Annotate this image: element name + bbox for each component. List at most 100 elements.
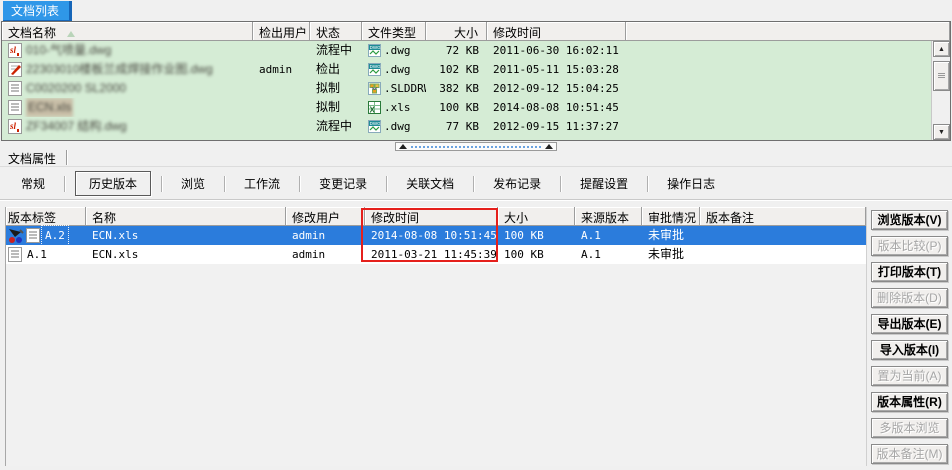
document-icon bbox=[8, 81, 22, 96]
doc-file-type: .dwg bbox=[384, 41, 411, 60]
doc-status: 流程中 bbox=[310, 41, 362, 60]
doc-file-type: .SLDDRW bbox=[384, 79, 426, 98]
column-header-name[interactable]: 名称 bbox=[86, 207, 286, 226]
document-rows: sl 010-气喷量.dwg 流程中 DWG .dwg 72 KB 2011-0… bbox=[2, 41, 950, 136]
document-list-scrollbar[interactable]: ▲ ▼ bbox=[931, 41, 950, 140]
document-row[interactable]: sl 010-气喷量.dwg 流程中 DWG .dwg 72 KB 2011-0… bbox=[2, 41, 950, 60]
version-approval: 未审批 bbox=[642, 245, 700, 264]
sort-ascending-icon bbox=[67, 31, 75, 37]
print-version-button[interactable]: 打印版本(T) bbox=[871, 262, 948, 282]
doc-modified-time: 2012-09-12 15:04:25 bbox=[487, 79, 626, 98]
dwg-file-icon: DWG bbox=[368, 44, 381, 57]
tab-general[interactable]: 常规 bbox=[8, 172, 58, 195]
doc-name: C0020200 SL2000 bbox=[26, 79, 126, 98]
version-actions: 浏览版本(V) 版本比较(P) 打印版本(T) 删除版本(D) 导出版本(E) … bbox=[871, 210, 949, 470]
browse-version-button[interactable]: 浏览版本(V) bbox=[871, 210, 948, 230]
divider bbox=[647, 176, 648, 192]
column-header-version-label[interactable]: 版本标签 bbox=[6, 207, 86, 226]
column-header-status[interactable]: 状态 bbox=[310, 22, 362, 41]
version-label: A.2 bbox=[42, 226, 68, 245]
doc-size: 382 KB bbox=[426, 79, 487, 98]
svg-text:DWG: DWG bbox=[370, 64, 381, 69]
tab-history-versions[interactable]: 历史版本 bbox=[75, 171, 151, 196]
doc-status: 流程中 bbox=[310, 117, 362, 136]
current-version-icon bbox=[8, 228, 24, 244]
divider bbox=[386, 176, 387, 192]
version-source: A.1 bbox=[575, 226, 642, 245]
version-row[interactable]: A.2 ECN.xls admin 2014-08-08 10:51:45 10… bbox=[6, 226, 866, 245]
version-history-table: 版本标签 名称 修改用户 修改时间 大小 来源版本 审批情况 版本备注 A.2 … bbox=[5, 207, 867, 466]
divider bbox=[224, 176, 225, 192]
document-list-header: 文档名称 检出用户 状态 文件类型 大小 修改时间 bbox=[2, 22, 950, 41]
divider bbox=[560, 176, 561, 192]
doc-file-type: .dwg bbox=[384, 60, 411, 79]
doc-name: 22303010楼板兰成焊接作业图.dwg bbox=[26, 60, 213, 79]
splitter-dotted-line bbox=[411, 146, 541, 148]
doc-name: ECN.xls bbox=[26, 98, 73, 117]
divider bbox=[0, 199, 952, 201]
divider bbox=[66, 150, 67, 165]
document-row[interactable]: 22303010楼板兰成焊接作业图.dwg admin 检出 DWG .dwg … bbox=[2, 60, 950, 79]
xls-file-icon: X bbox=[368, 101, 381, 114]
column-header-file-type[interactable]: 文件类型 bbox=[362, 22, 426, 41]
svg-text:DWG: DWG bbox=[370, 45, 381, 50]
version-table-header: 版本标签 名称 修改用户 修改时间 大小 来源版本 审批情况 版本备注 bbox=[6, 207, 866, 226]
column-header-checkout-user[interactable]: 检出用户 bbox=[253, 22, 310, 41]
doc-modified-time: 2012-09-15 11:37:27 bbox=[487, 117, 626, 136]
delete-version-button: 删除版本(D) bbox=[871, 288, 948, 308]
column-header-approval-status[interactable]: 审批情况 bbox=[642, 207, 700, 226]
column-header-size[interactable]: 大小 bbox=[498, 207, 575, 226]
version-size: 100 KB bbox=[498, 245, 575, 264]
document-row[interactable]: ECN.xls 拟制 X .xls 100 KB 2014-08-08 10:5… bbox=[2, 98, 950, 117]
import-version-button[interactable]: 导入版本(I) bbox=[871, 340, 948, 360]
column-header-version-note[interactable]: 版本备注 bbox=[700, 207, 866, 226]
tab-change-records[interactable]: 变更记录 bbox=[306, 172, 380, 195]
version-row[interactable]: A.1 ECN.xls admin 2011-03-21 11:45:39 10… bbox=[6, 245, 866, 264]
solidworks-file-icon: sl bbox=[8, 43, 22, 58]
doc-modified-time: 2011-05-11 15:03:28 bbox=[487, 60, 626, 79]
tab-workflow[interactable]: 工作流 bbox=[231, 172, 293, 195]
version-properties-button[interactable]: 版本属性(R) bbox=[871, 392, 948, 412]
doc-status: 检出 bbox=[310, 60, 362, 79]
scrollbar-thumb[interactable] bbox=[933, 61, 950, 91]
column-header-source-version[interactable]: 来源版本 bbox=[575, 207, 642, 226]
export-version-button[interactable]: 导出版本(E) bbox=[871, 314, 948, 334]
tab-operation-log[interactable]: 操作日志 bbox=[654, 172, 728, 195]
tab-reminder-settings[interactable]: 提醒设置 bbox=[567, 172, 641, 195]
tab-publish-records[interactable]: 发布记录 bbox=[480, 172, 554, 195]
scroll-up-icon[interactable]: ▲ bbox=[933, 41, 950, 57]
scroll-down-icon[interactable]: ▼ bbox=[933, 124, 950, 140]
column-header-size[interactable]: 大小 bbox=[426, 22, 487, 41]
doc-size: 77 KB bbox=[426, 117, 487, 136]
doc-size: 100 KB bbox=[426, 98, 487, 117]
version-modified-time: 2014-08-08 10:51:45 bbox=[365, 226, 498, 245]
doc-file-type: .dwg bbox=[384, 117, 411, 136]
tab-browse[interactable]: 浏览 bbox=[168, 172, 218, 195]
version-note-button: 版本备注(M) bbox=[871, 444, 948, 464]
doc-name: 010-气喷量.dwg bbox=[26, 41, 111, 60]
column-header-doc-name[interactable]: 文档名称 bbox=[2, 22, 253, 41]
column-header-modified-user[interactable]: 修改用户 bbox=[286, 207, 365, 226]
divider bbox=[299, 176, 300, 192]
tab-related-documents[interactable]: 关联文档 bbox=[393, 172, 467, 195]
version-label: A.1 bbox=[24, 245, 50, 264]
doc-name: ZF34007 结构.dwg bbox=[26, 117, 127, 136]
column-header-modified-time[interactable]: 修改时间 bbox=[365, 207, 498, 226]
tab-document-list[interactable]: 文档列表 bbox=[3, 1, 72, 21]
properties-tabs: 常规 历史版本 浏览 工作流 变更记录 关联文档 发布记录 提醒设置 操作日志 bbox=[0, 170, 952, 197]
document-icon bbox=[8, 100, 22, 115]
divider bbox=[64, 176, 65, 192]
document-row[interactable]: sl ZF34007 结构.dwg 流程中 DWG .dwg 77 KB 201… bbox=[2, 117, 950, 136]
compare-version-button: 版本比较(P) bbox=[871, 236, 948, 256]
doc-status: 拟制 bbox=[310, 98, 362, 117]
version-modified-user: admin bbox=[286, 226, 365, 245]
version-note bbox=[700, 245, 866, 264]
column-header-doc-name-label: 文档名称 bbox=[8, 26, 56, 40]
document-row[interactable]: C0020200 SL2000 拟制 .SLDDRW 382 KB 2012-0… bbox=[2, 79, 950, 98]
doc-status: 拟制 bbox=[310, 79, 362, 98]
document-icon bbox=[8, 247, 22, 262]
version-modified-time: 2011-03-21 11:45:39 bbox=[365, 245, 498, 264]
svg-text:sl: sl bbox=[9, 121, 17, 131]
divider bbox=[161, 176, 162, 192]
column-header-modified-time[interactable]: 修改时间 bbox=[487, 22, 626, 41]
